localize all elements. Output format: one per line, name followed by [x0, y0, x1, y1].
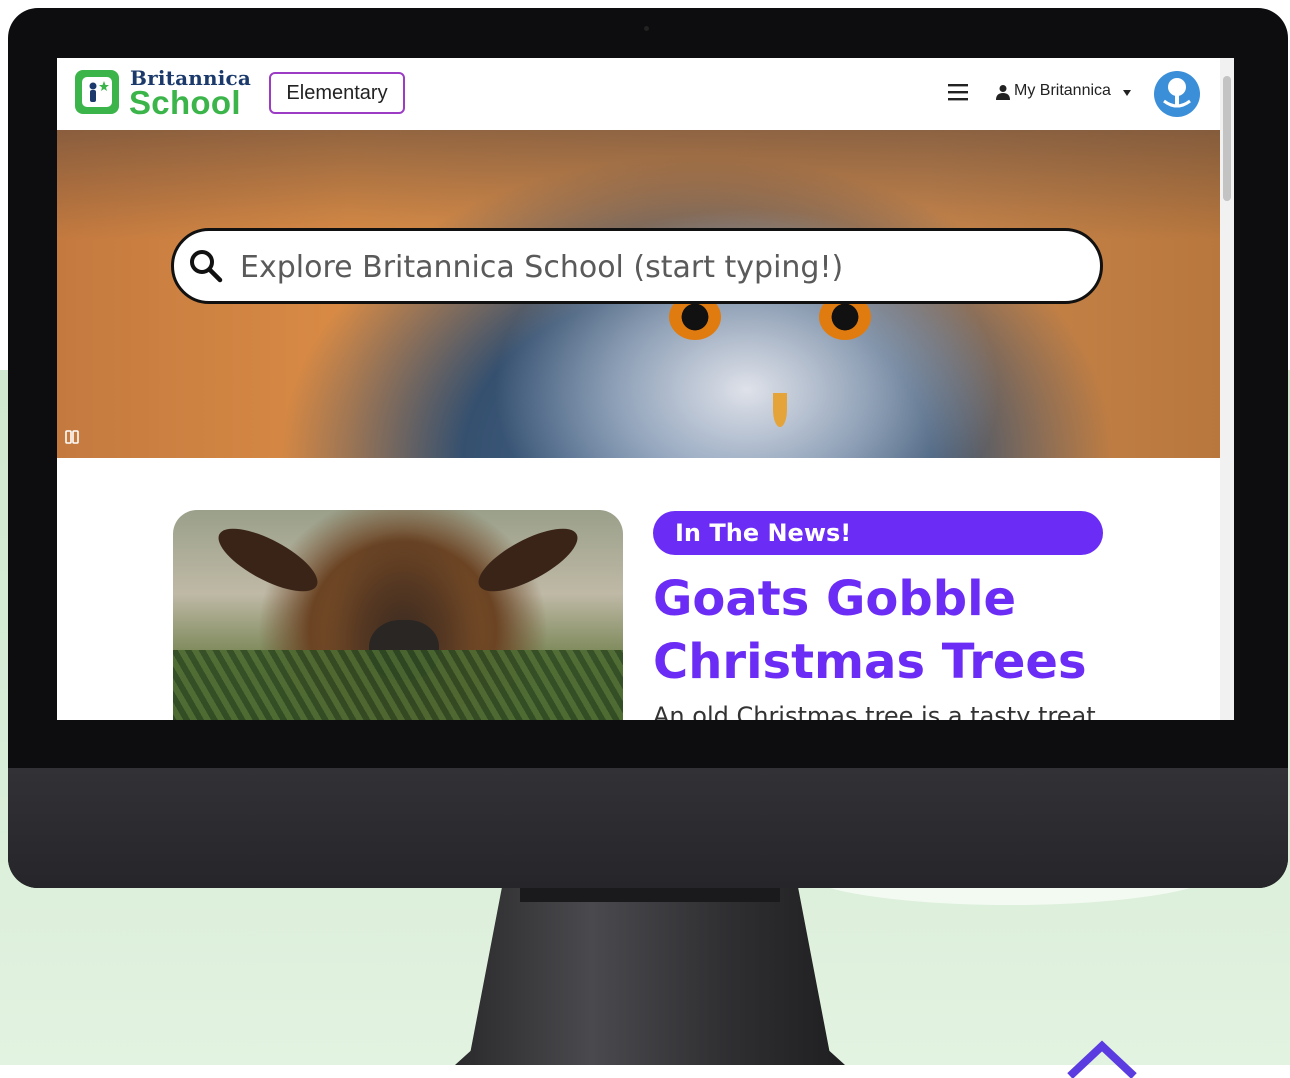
- search-bar[interactable]: [171, 228, 1103, 304]
- monitor-stand-shadow: [520, 888, 780, 902]
- level-selector-button[interactable]: Elementary: [269, 72, 405, 114]
- monitor-chin: [8, 768, 1288, 888]
- news-teaser: An old Christmas tree is a tasty treat: [653, 702, 1096, 720]
- monitor-camera: [644, 26, 649, 31]
- britannica-logo-icon[interactable]: [75, 70, 119, 114]
- globe-icon[interactable]: [1154, 71, 1200, 117]
- search-icon[interactable]: [188, 248, 224, 284]
- globe-tree-icon: [1156, 73, 1198, 115]
- monitor-stand: [455, 888, 845, 1065]
- reader-figure-icon: [89, 81, 109, 102]
- logo-text-school[interactable]: School: [129, 84, 241, 122]
- goat-ear-left: [210, 516, 326, 604]
- news-badge: In The News!: [653, 511, 1103, 555]
- pine-branches: [173, 650, 623, 720]
- hero-shade: [57, 130, 1220, 240]
- goat-ear-right: [470, 516, 586, 604]
- scrollbar-thumb[interactable]: [1223, 76, 1231, 201]
- caret-down-icon[interactable]: [1123, 90, 1131, 96]
- site-header: Britannica School Elementary My Britanni…: [57, 58, 1220, 130]
- my-britannica-menu[interactable]: My Britannica: [1014, 82, 1111, 100]
- browser-screen: Britannica School Elementary My Britanni…: [57, 58, 1234, 720]
- hamburger-menu-icon[interactable]: [947, 82, 969, 102]
- pause-icon[interactable]: [65, 430, 79, 444]
- news-headline[interactable]: Goats Gobble Christmas Trees: [653, 568, 1173, 694]
- user-icon: [996, 85, 1010, 100]
- owl-beak: [773, 393, 787, 427]
- news-article-image[interactable]: [173, 510, 623, 720]
- search-input[interactable]: [238, 241, 1082, 293]
- chevron-up-icon: [1067, 1040, 1137, 1078]
